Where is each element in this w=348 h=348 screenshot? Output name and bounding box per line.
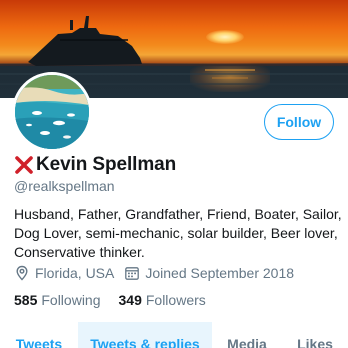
user-handle: @realkspellman bbox=[14, 178, 115, 194]
following-stat[interactable]: 585 Following bbox=[14, 292, 101, 308]
joined-text: Joined September 2018 bbox=[145, 265, 295, 281]
red-x-mark-icon bbox=[15, 156, 33, 174]
followers-count: 349 bbox=[118, 292, 142, 308]
profile-page: Follow Kevin Spellman @realkspellman Hus… bbox=[0, 0, 348, 348]
name-row: Kevin Spellman bbox=[14, 154, 176, 176]
display-name: Kevin Spellman bbox=[36, 154, 177, 175]
followers-stat[interactable]: 349 Followers bbox=[119, 292, 206, 308]
avatar[interactable] bbox=[12, 72, 92, 152]
followers-label: Followers bbox=[145, 292, 206, 308]
calendar-icon bbox=[125, 267, 140, 280]
tab-tweets[interactable]: Tweets bbox=[0, 322, 78, 348]
following-count: 585 bbox=[14, 292, 38, 308]
profile-tabs: Tweets Tweets & replies Media Likes bbox=[0, 322, 348, 348]
tab-tweets-and-replies[interactable]: Tweets & replies bbox=[78, 322, 212, 348]
map-pin-icon bbox=[16, 265, 28, 281]
avatar-aerial-beach-image bbox=[15, 75, 89, 149]
location-text: Florida, USA bbox=[35, 265, 115, 281]
follow-stats: 585 Following 349 Followers bbox=[14, 290, 224, 310]
profile-meta: Florida, USA Joined September 2018 bbox=[14, 263, 304, 283]
profile-bio: Husband, Father, Grandfather, Friend, Bo… bbox=[14, 206, 342, 260]
joined-item: Joined September 2018 bbox=[124, 265, 294, 281]
follow-button[interactable]: Follow bbox=[264, 104, 334, 140]
tab-media[interactable]: Media bbox=[212, 322, 282, 348]
following-label: Following bbox=[41, 292, 101, 308]
tab-likes[interactable]: Likes bbox=[282, 322, 348, 348]
location-item: Florida, USA bbox=[14, 265, 114, 281]
